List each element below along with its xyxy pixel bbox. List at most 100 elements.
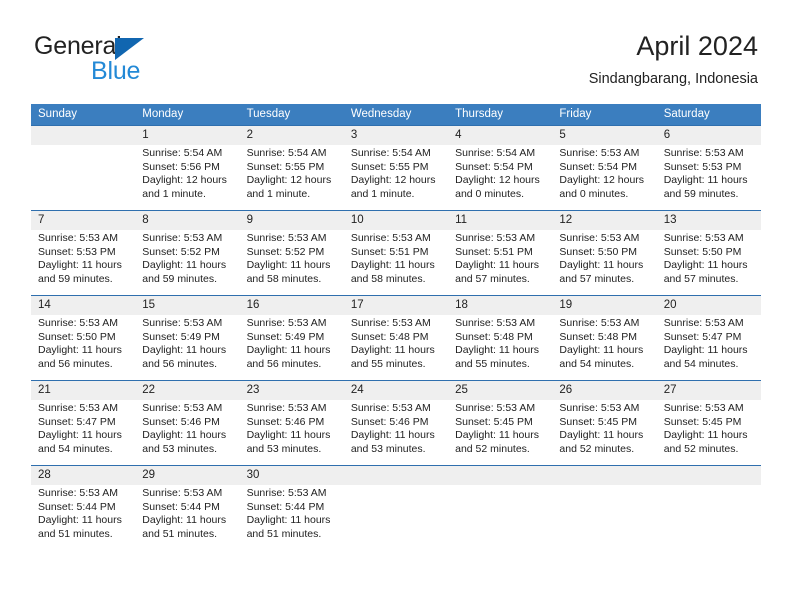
daylight-text-line1: Daylight: 11 hours (246, 259, 331, 272)
calendar-day-cell[interactable]: 10 Sunrise: 5:53 AM Sunset: 5:51 PM Dayligh… (343, 210, 449, 296)
sunrise-text: Sunrise: 5:53 AM (559, 232, 640, 244)
calendar-day-cell[interactable]: 19 Sunrise: 5:53 AM Sunset: 5:48 PM Dayligh… (552, 295, 657, 381)
day-details: Sunrise: 5:53 AM Sunset: 5:44 PM Daylight:… (31, 485, 135, 541)
sunset-text: Sunset: 5:56 PM (142, 160, 220, 173)
daylight-text-line1: Daylight: 11 hours (663, 429, 748, 442)
day-details: Sunrise: 5:53 AM Sunset: 5:50 PM Daylight:… (657, 230, 761, 286)
sunset-text: Sunset: 5:51 PM (350, 245, 429, 258)
calendar-day-cell[interactable]: 22 Sunrise: 5:53 AM Sunset: 5:46 PM Dayligh… (135, 380, 240, 466)
calendar-day-cell[interactable]: 12 Sunrise: 5:53 AM Sunset: 5:50 PM Dayligh… (552, 210, 657, 296)
day-number: 6 (656, 126, 761, 145)
sunset-text: Sunset: 5:51 PM (455, 245, 533, 258)
sunrise-text: Sunrise: 5:53 AM (142, 402, 223, 414)
calendar-day-cell[interactable]: 8 Sunrise: 5:53 AM Sunset: 5:52 PM Daylight… (135, 210, 240, 296)
daylight-text-line1: Daylight: 11 hours (559, 259, 644, 272)
calendar-day-cell[interactable]: 18 Sunrise: 5:53 AM Sunset: 5:48 PM Dayligh… (448, 295, 553, 381)
calendar-day-cell[interactable]: 21 Sunrise: 5:53 AM Sunset: 5:47 PM Dayligh… (31, 380, 136, 466)
daylight-text-line2: and 59 minutes. (38, 272, 113, 285)
day-number (31, 126, 136, 145)
sunset-text: Sunset: 5:54 PM (455, 160, 533, 173)
calendar-day-cell[interactable]: 11 Sunrise: 5:53 AM Sunset: 5:51 PM Dayligh… (448, 210, 553, 296)
calendar-day-cell[interactable]: 26 Sunrise: 5:53 AM Sunset: 5:45 PM Dayligh… (552, 380, 657, 466)
daylight-text-line2: and 57 minutes. (559, 272, 635, 285)
calendar-day-cell[interactable]: 4 Sunrise: 5:54 AM Sunset: 5:54 PM Daylight… (448, 125, 553, 211)
sunset-text: Sunset: 5:50 PM (38, 330, 116, 343)
day-details: Sunrise: 5:53 AM Sunset: 5:49 PM Daylight:… (240, 315, 344, 371)
calendar-day-cell[interactable]: 2 Sunrise: 5:54 AM Sunset: 5:55 PM Daylight… (239, 125, 344, 211)
calendar-day-cell[interactable]: 1 Sunrise: 5:54 AM Sunset: 5:56 PM Daylight… (135, 125, 240, 211)
calendar-day-cell[interactable]: 17 Sunrise: 5:53 AM Sunset: 5:48 PM Dayligh… (343, 295, 449, 381)
calendar-day-cell[interactable]: 16 Sunrise: 5:53 AM Sunset: 5:49 PM Dayligh… (239, 295, 344, 381)
calendar-day-cell-empty (552, 465, 657, 550)
daylight-text-line1: Daylight: 11 hours (350, 344, 435, 357)
calendar-day-cell[interactable]: 13 Sunrise: 5:53 AM Sunset: 5:50 PM Dayligh… (656, 210, 761, 296)
calendar-day-cell[interactable]: 23 Sunrise: 5:53 AM Sunset: 5:46 PM Dayligh… (239, 380, 344, 466)
daylight-text-line1: Daylight: 12 hours (246, 174, 332, 187)
sunrise-text: Sunrise: 5:53 AM (142, 317, 223, 329)
calendar-week-row: 1 Sunrise: 5:54 AM Sunset: 5:56 PM Daylight… (31, 125, 761, 211)
day-details: Sunrise: 5:53 AM Sunset: 5:46 PM Daylight:… (135, 400, 239, 456)
daylight-text-line1: Daylight: 11 hours (455, 344, 539, 357)
day-number: 20 (656, 296, 761, 315)
logo-text-general: General (34, 32, 122, 60)
day-number: 15 (135, 296, 240, 315)
daylight-text-line2: and 0 minutes. (559, 187, 629, 200)
sunrise-text: Sunrise: 5:53 AM (350, 317, 431, 329)
sunset-text: Sunset: 5:44 PM (38, 500, 116, 513)
calendar-day-cell[interactable]: 29 Sunrise: 5:53 AM Sunset: 5:44 PM Dayligh… (135, 465, 240, 550)
weekday-header-thursday: Thursday (448, 104, 553, 126)
sunrise-text: Sunrise: 5:53 AM (455, 402, 536, 414)
sunrise-text: Sunrise: 5:53 AM (246, 487, 327, 499)
calendar-day-cell[interactable]: 25 Sunrise: 5:53 AM Sunset: 5:45 PM Dayligh… (448, 380, 553, 466)
sunrise-text: Sunrise: 5:53 AM (455, 317, 536, 329)
day-details: Sunrise: 5:53 AM Sunset: 5:54 PM Daylight:… (552, 145, 656, 201)
calendar-day-cell[interactable]: 20 Sunrise: 5:53 AM Sunset: 5:47 PM Dayligh… (656, 295, 761, 381)
weekday-header-sunday: Sunday (31, 104, 136, 126)
daylight-text-line2: and 51 minutes. (246, 527, 322, 540)
sunrise-text: Sunrise: 5:53 AM (663, 402, 744, 414)
daylight-text-line1: Daylight: 11 hours (246, 514, 331, 527)
day-number: 25 (448, 381, 553, 400)
daylight-text-line2: and 56 minutes. (246, 357, 322, 370)
daylight-text-line2: and 52 minutes. (559, 442, 635, 455)
sunset-text: Sunset: 5:52 PM (142, 245, 220, 258)
calendar-day-cell[interactable]: 27 Sunrise: 5:53 AM Sunset: 5:45 PM Dayligh… (656, 380, 761, 466)
sunset-text: Sunset: 5:47 PM (38, 415, 116, 428)
calendar-day-cell[interactable]: 3 Sunrise: 5:54 AM Sunset: 5:55 PM Daylight… (343, 125, 449, 211)
day-details: Sunrise: 5:53 AM Sunset: 5:50 PM Daylight:… (31, 315, 135, 371)
daylight-text-line1: Daylight: 11 hours (455, 259, 539, 272)
day-details: Sunrise: 5:53 AM Sunset: 5:51 PM Daylight:… (344, 230, 448, 286)
day-details: Sunrise: 5:53 AM Sunset: 5:46 PM Daylight:… (240, 400, 344, 456)
day-details: Sunrise: 5:54 AM Sunset: 5:54 PM Daylight:… (448, 145, 552, 201)
calendar-day-cell[interactable]: 6 Sunrise: 5:53 AM Sunset: 5:53 PM Daylight… (656, 125, 761, 211)
calendar-day-cell[interactable]: 24 Sunrise: 5:53 AM Sunset: 5:46 PM Dayligh… (343, 380, 449, 466)
daylight-text-line2: and 54 minutes. (663, 357, 739, 370)
sunrise-text: Sunrise: 5:54 AM (350, 147, 431, 159)
day-number (656, 466, 761, 485)
calendar-day-cell[interactable]: 7 Sunrise: 5:53 AM Sunset: 5:53 PM Daylight… (31, 210, 136, 296)
calendar-day-cell[interactable]: 9 Sunrise: 5:53 AM Sunset: 5:52 PM Daylight… (239, 210, 344, 296)
calendar-day-cell[interactable]: 5 Sunrise: 5:53 AM Sunset: 5:54 PM Daylight… (552, 125, 657, 211)
day-details: Sunrise: 5:53 AM Sunset: 5:48 PM Daylight:… (344, 315, 448, 371)
daylight-text-line2: and 54 minutes. (38, 442, 113, 455)
sunrise-text: Sunrise: 5:53 AM (142, 487, 223, 499)
daylight-text-line2: and 52 minutes. (663, 442, 739, 455)
generalblue-logo[interactable]: General Blue (34, 34, 274, 90)
title-block: April 2024 Sindangbarang, Indonesia (589, 31, 758, 88)
daylight-text-line2: and 52 minutes. (455, 442, 530, 455)
calendar-day-cell[interactable]: 30 Sunrise: 5:53 AM Sunset: 5:44 PM Dayligh… (239, 465, 344, 550)
sunset-text: Sunset: 5:49 PM (142, 330, 220, 343)
daylight-text-line1: Daylight: 11 hours (663, 174, 748, 187)
day-details: Sunrise: 5:53 AM Sunset: 5:44 PM Daylight:… (135, 485, 239, 541)
day-details: Sunrise: 5:53 AM Sunset: 5:45 PM Daylight:… (448, 400, 552, 456)
sunrise-text: Sunrise: 5:54 AM (142, 147, 223, 159)
calendar-day-cell[interactable]: 15 Sunrise: 5:53 AM Sunset: 5:49 PM Dayligh… (135, 295, 240, 381)
calendar-day-cell[interactable]: 28 Sunrise: 5:53 AM Sunset: 5:44 PM Dayligh… (31, 465, 136, 550)
sunrise-text: Sunrise: 5:53 AM (559, 402, 640, 414)
sunset-text: Sunset: 5:52 PM (246, 245, 325, 258)
calendar-day-cell[interactable]: 14 Sunrise: 5:53 AM Sunset: 5:50 PM Dayligh… (31, 295, 136, 381)
day-details: Sunrise: 5:53 AM Sunset: 5:47 PM Daylight:… (31, 400, 135, 456)
day-number: 19 (552, 296, 657, 315)
day-number: 22 (135, 381, 240, 400)
day-number: 8 (135, 211, 240, 230)
